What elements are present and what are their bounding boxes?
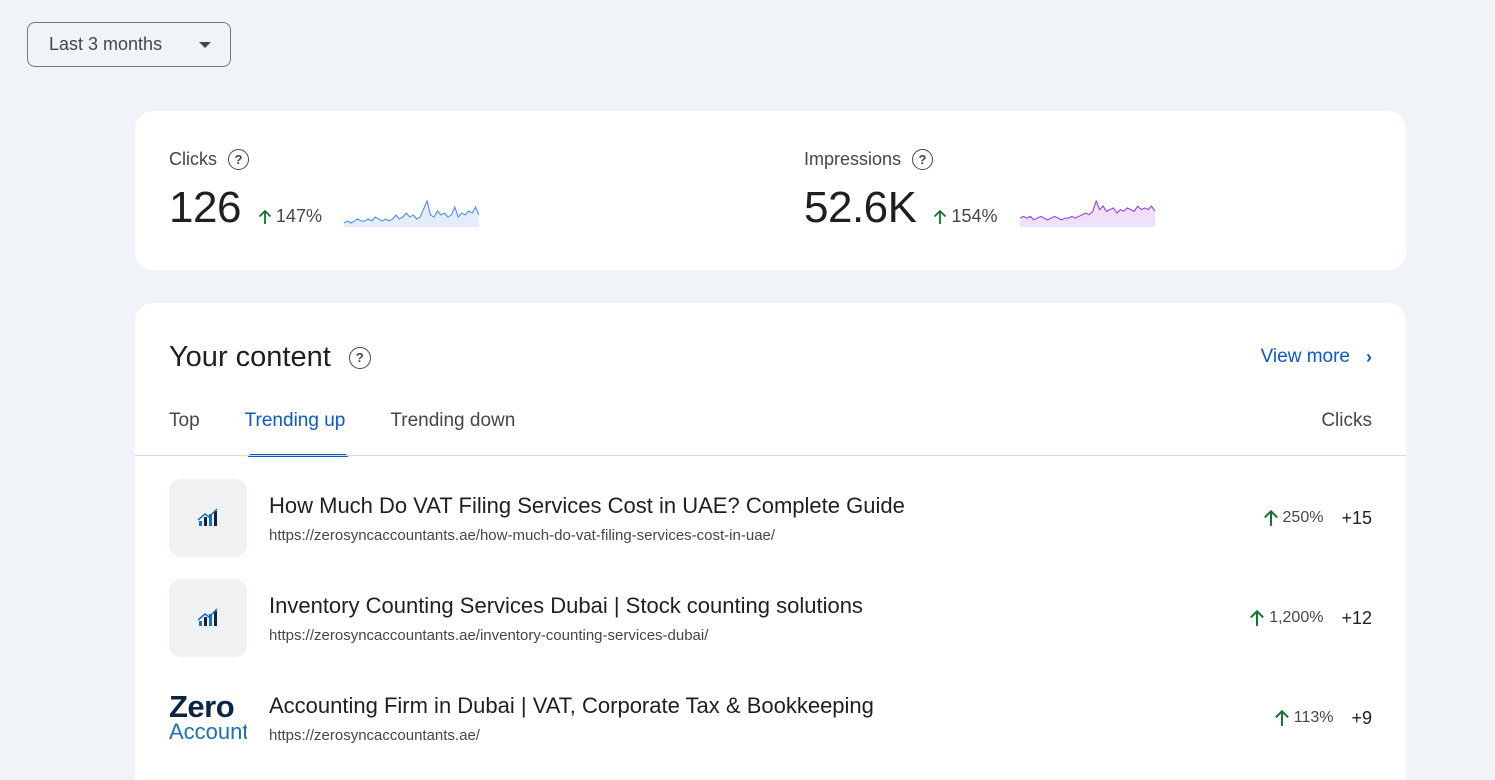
impressions-change: 154% [933, 206, 998, 227]
search-console-page: Last 3 months Clicks ? 126 147% Impressi… [0, 0, 1495, 780]
site-favicon-icon [197, 608, 218, 626]
page-title: Accounting Firm in Dubai | VAT, Corporat… [269, 692, 874, 718]
impressions-change-value: 154% [951, 206, 998, 226]
arrow-up-icon [258, 209, 272, 224]
tabs-divider [135, 455, 1406, 456]
help-icon[interactable]: ? [348, 346, 371, 369]
clicks-sparkline [343, 199, 479, 227]
change-percent: 113% [1274, 709, 1334, 727]
tab-trending-up[interactable]: Trending up [245, 410, 349, 457]
content-row[interactable]: Inventory Counting Services Dubai | Stoc… [169, 579, 1372, 657]
content-row[interactable]: Zero Accounting Accounting Firm in Dubai… [169, 679, 1372, 757]
content-title: Your content [169, 341, 331, 373]
change-percent-value: 250% [1282, 509, 1324, 526]
arrow-up-icon [1263, 509, 1278, 526]
metrics-card: Clicks ? 126 147% Impressions ? 52.6K 15… [135, 111, 1406, 270]
page-title: How Much Do VAT Filing Services Cost in … [269, 492, 905, 518]
change-percent: 250% [1263, 509, 1324, 527]
change-percent-value: 1,200% [1269, 609, 1324, 626]
page-url: https://zerosyncaccountants.ae/inventory… [269, 626, 709, 644]
view-more-label: View more [1260, 346, 1350, 367]
clicks-change-count: +9 [1351, 707, 1372, 728]
help-icon[interactable]: ? [228, 148, 249, 170]
arrow-up-icon [1274, 709, 1289, 726]
tab-trending-down[interactable]: Trending down [390, 410, 515, 455]
site-logo-subtext: Accounting [169, 719, 247, 744]
page-thumbnail [169, 479, 247, 557]
chevron-right-icon: › [1366, 346, 1372, 367]
impressions-label: Impressions [804, 148, 902, 169]
page-url: https://zerosyncaccountants.ae/how-much-… [269, 526, 776, 544]
content-tabs: Top Trending up Trending down [169, 410, 560, 457]
page-thumbnail [169, 579, 247, 657]
content-row[interactable]: How Much Do VAT Filing Services Cost in … [169, 479, 1372, 557]
date-range-label: Last 3 months [49, 34, 163, 54]
clicks-value: 126 [169, 183, 241, 232]
sparkline-area [343, 201, 479, 227]
change-percent: 1,200% [1249, 609, 1323, 627]
impressions-value: 52.6K [804, 183, 917, 232]
clicks-label: Clicks [169, 148, 217, 169]
clicks-change-count: +15 [1341, 507, 1372, 528]
clicks-change: 147% [258, 206, 322, 227]
impressions-sparkline [1019, 199, 1155, 227]
clicks-change-value: 147% [275, 206, 322, 226]
arrow-up-icon [1250, 609, 1265, 626]
clicks-column-header: Clicks [1321, 410, 1372, 431]
tab-top[interactable]: Top [169, 410, 200, 455]
date-range-dropdown[interactable]: Last 3 months [27, 22, 231, 67]
change-percent-value: 113% [1293, 709, 1334, 726]
clicks-metric: Clicks ? 126 147% [169, 148, 479, 230]
site-logo: Zero [169, 689, 235, 724]
page-title: Inventory Counting Services Dubai | Stoc… [269, 592, 863, 618]
help-icon[interactable]: ? [912, 148, 934, 170]
page-thumbnail: Zero Accounting [169, 679, 247, 757]
site-favicon-icon [197, 508, 218, 526]
page-url: https://zerosyncaccountants.ae/ [269, 726, 480, 744]
impressions-metric: Impressions ? 52.6K 154% [804, 148, 1155, 230]
arrow-up-icon [934, 209, 947, 224]
clicks-change-count: +12 [1341, 607, 1372, 628]
content-header: Your content ? [169, 341, 371, 374]
view-more-link[interactable]: View more › [1261, 346, 1372, 368]
your-content-card: Your content ? View more › Top Trending … [135, 303, 1406, 780]
dropdown-caret-icon [199, 42, 211, 48]
